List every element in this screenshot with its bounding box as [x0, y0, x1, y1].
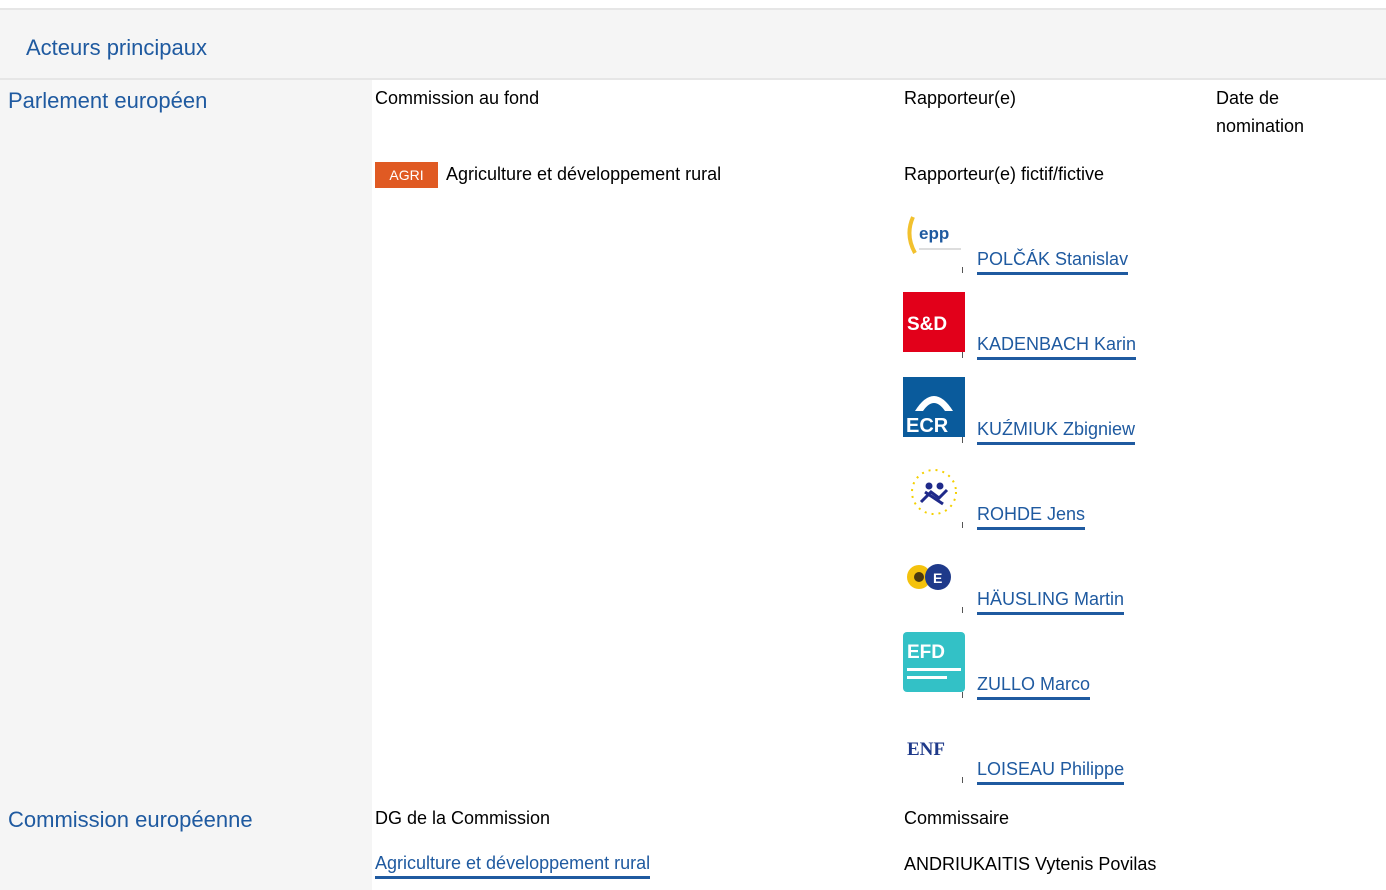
label-column — [0, 80, 372, 890]
dg-column-header: DG de la Commission — [375, 808, 551, 828]
committee-column-header: Commission au fond — [375, 88, 540, 108]
dg-link[interactable]: Agriculture et développement rural — [375, 852, 651, 879]
sd-logo-icon: S&D — [903, 292, 965, 352]
shadow-rapporteur-link[interactable]: HÄUSLING Martin — [977, 588, 1125, 615]
commissioner-column-header: Commissaire — [904, 808, 1010, 828]
enf-logo-icon: ENF — [903, 717, 965, 777]
shadow-rapporteur-link[interactable]: ZULLO Marco — [977, 673, 1091, 700]
efdd-logo-icon: EFD — [903, 632, 965, 692]
shadow-rapporteur-link[interactable]: KADENBACH Karin — [977, 333, 1137, 360]
committee-badge: AGRI — [375, 162, 438, 188]
shadow-rapporteur-link[interactable]: ROHDE Jens — [977, 503, 1086, 530]
parlement-label: Parlement européen — [8, 88, 208, 113]
svg-text:E: E — [933, 570, 942, 586]
rapporteur-column-header: Rapporteur(e) — [904, 88, 1017, 108]
epp-logo-icon: epp — [903, 207, 965, 267]
section-header: Acteurs principaux — [0, 10, 1386, 80]
section-title: Acteurs principaux — [26, 35, 207, 60]
commissioner-name: ANDRIUKAITIS Vytenis Povilas — [904, 854, 1157, 874]
svg-text:epp: epp — [919, 224, 949, 243]
greens-logo-icon: E — [903, 547, 965, 607]
shadow-rapporteur-link[interactable]: KUŹMIUK Zbigniew — [977, 418, 1136, 445]
ecr-logo-icon: ECR — [903, 377, 965, 437]
commission-label: Commission européenne — [8, 807, 253, 832]
alde-logo-icon — [903, 462, 965, 522]
date-column-header: Date de nomination — [1216, 88, 1305, 136]
shadow-rapporteur-title: Rapporteur(e) fictif/fictive — [904, 164, 1105, 184]
svg-text:ECR: ECR — [906, 415, 949, 437]
svg-text:ENF: ENF — [907, 739, 945, 760]
shadow-rapporteur-link[interactable]: POLČÁK Stanislav — [977, 248, 1129, 275]
committee-name: Agriculture et développement rural — [446, 164, 722, 184]
svg-text:S&D: S&D — [907, 314, 947, 335]
shadow-rapporteur-link[interactable]: LOISEAU Philippe — [977, 758, 1125, 785]
svg-text:EFD: EFD — [907, 642, 945, 663]
